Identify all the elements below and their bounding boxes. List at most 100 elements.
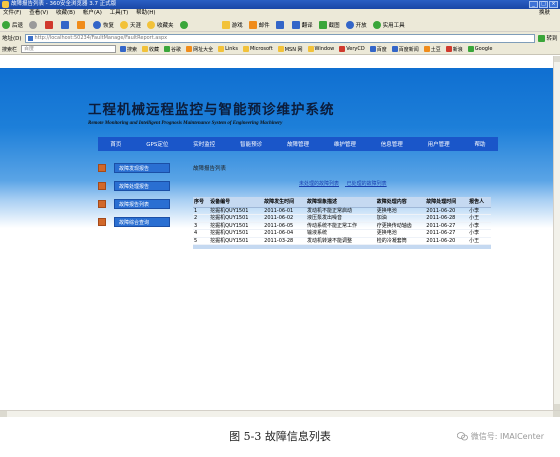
menu-file[interactable]: 文件(F) — [3, 10, 21, 16]
table-row[interactable]: 4 挖掘机QUY1501 2011-06-04 输液系统 更换电池 2011-0… — [193, 229, 491, 238]
fav-item-directory[interactable]: 网址大全 — [186, 46, 213, 53]
nav-help[interactable]: 帮助 — [474, 140, 485, 148]
address-label: 地址(D) — [2, 36, 22, 42]
scissors-icon — [318, 20, 327, 29]
sidebar-item-fault-handling[interactable]: 故障处理报告 — [98, 180, 188, 191]
scroll-left-icon[interactable] — [0, 411, 7, 417]
nav-gps[interactable]: GPS定位 — [146, 140, 168, 148]
menu-help[interactable]: 帮助(H) — [136, 10, 155, 16]
menu-skin[interactable]: 换肤 — [539, 9, 550, 18]
fav-item-baidu-news[interactable]: 百度新闻 — [391, 46, 419, 53]
star-icon — [142, 46, 149, 52]
fav-item-windows[interactable]: Window — [307, 46, 334, 52]
watermark: 微信号: IMAICenter — [456, 431, 544, 442]
screenshot-button[interactable]: 截图 — [318, 20, 340, 29]
refresh-button[interactable] — [61, 20, 71, 29]
open-icon — [345, 20, 354, 29]
cell: 2011-06-01 — [263, 207, 307, 215]
translate-button[interactable]: 翻译 — [291, 20, 313, 29]
nav-realtime-monitor[interactable]: 实时监控 — [193, 140, 215, 148]
forward-button[interactable] — [29, 20, 39, 29]
nav-user-manage[interactable]: 用户管理 — [428, 140, 450, 148]
table-footer — [193, 244, 491, 249]
sidebar-item-fault-query[interactable]: 故障综合查询 — [98, 216, 188, 227]
cell: 小王 — [468, 237, 491, 245]
table-row[interactable]: 1 挖掘机QUY1501 2011-06-01 发动机不能正常启动 更换电池 2… — [193, 207, 491, 215]
back-button[interactable]: 后退 — [2, 20, 23, 29]
stop-button[interactable] — [45, 20, 55, 29]
tools-button[interactable]: 实用工具 — [372, 20, 405, 29]
content-panel: 故障报告列表 未处理的故障列表 已处理的故障列表 序号 设备编号 故障发生时间 … — [193, 164, 493, 249]
tools-icon — [372, 20, 381, 29]
fav-item-google-cn[interactable]: 谷歌 — [164, 46, 181, 53]
close-icon[interactable]: × — [549, 1, 558, 8]
unhandled-faults-link[interactable]: 未处理的故障列表 — [299, 181, 339, 187]
sidebar-item-fault-report[interactable]: 故障发现报告 — [98, 162, 188, 173]
handled-faults-link[interactable]: 已处理的故障列表 — [347, 181, 387, 187]
fav-item-links[interactable]: Links — [218, 46, 238, 52]
address-input[interactable]: http://localhost:50234/FaultManage/Fault… — [24, 33, 535, 43]
cell: 挖掘机QUY1501 — [209, 229, 264, 238]
translate-icon — [291, 20, 300, 29]
restore-button[interactable]: 恢复 — [93, 20, 114, 29]
sidebar-item-label: 故障综合查询 — [114, 216, 170, 227]
search-input[interactable]: 百度 — [21, 45, 117, 53]
fav-item-microsoft[interactable]: Microsoft — [242, 46, 273, 52]
tianya-button[interactable]: 天涯 — [120, 20, 141, 29]
history-button[interactable] — [179, 20, 190, 29]
cell: 挖掘机QUY1501 — [209, 237, 264, 245]
fav-item-baidu[interactable]: 百度 — [369, 46, 387, 53]
forward-arrow-icon — [29, 20, 38, 29]
fav-item-tudou[interactable]: 土豆 — [423, 46, 441, 53]
go-arrow-icon — [537, 34, 545, 42]
nav-prognosis[interactable]: 智能预诊 — [240, 140, 262, 148]
nav-maintenance[interactable]: 维护管理 — [334, 140, 356, 148]
table-row[interactable]: 3 挖掘机QUY1501 2011-06-05 传动系统不能正常工作 疗更换传动… — [193, 222, 491, 230]
cell: 加油 — [375, 214, 426, 223]
cell: 挖掘机QUY1501 — [209, 207, 264, 215]
nav-fault-manage[interactable]: 故障管理 — [287, 140, 309, 148]
search-bar-label: 搜索栏 — [2, 46, 18, 53]
menu-view[interactable]: 查看(V) — [29, 10, 48, 16]
cell: 2011-06-05 — [263, 222, 307, 230]
menu-tools[interactable]: 工具(T) — [110, 10, 129, 16]
favorites-button[interactable]: 收藏夹 — [147, 20, 174, 29]
fav-item-google[interactable]: Google — [467, 46, 492, 52]
scroll-up-icon[interactable] — [554, 56, 560, 62]
cell: 2011-06-28 — [425, 214, 469, 223]
go-button[interactable]: 转到 — [537, 34, 558, 42]
window-controls: _ □ × — [529, 1, 558, 8]
minimize-icon[interactable]: _ — [529, 1, 538, 8]
fav-item-verycd[interactable]: VeryCD — [339, 46, 365, 52]
games-button[interactable]: 游戏 — [221, 20, 243, 29]
address-url: http://localhost:50234/FaultManage/Fault… — [34, 34, 168, 41]
cell: 输液系统 — [306, 229, 376, 238]
cell: 小李 — [468, 229, 491, 238]
nav-home[interactable]: 首页 — [110, 140, 121, 148]
scroll-right-icon[interactable] — [553, 411, 560, 417]
menu-favorites[interactable]: 收藏(B) — [56, 10, 75, 16]
menu-bar: 文件(F) 查看(V) 收藏(B) 帐户(A) 工具(T) 帮助(H) 换肤 — [0, 9, 560, 18]
vertical-scrollbar[interactable] — [553, 56, 560, 410]
cell: 传动系统不能正常工作 — [306, 222, 376, 230]
nav-info-manage[interactable]: 信息管理 — [381, 140, 403, 148]
horizontal-scrollbar[interactable] — [0, 410, 560, 417]
fav-item-sina[interactable]: 新浪 — [445, 46, 463, 53]
fav-item-collect[interactable]: 收藏 — [142, 46, 159, 53]
sidebar: 故障发现报告 故障处理报告 故障报告列表 故障综合查询 — [98, 162, 188, 234]
fav-item-search[interactable]: 搜索 — [120, 46, 137, 53]
mail-button[interactable]: 邮件 — [248, 20, 270, 29]
page-icon — [27, 35, 33, 41]
table-row[interactable]: 5 挖掘机QUY1501 2011-03-28 发动机转速不能调整 检的冷凝套筒… — [193, 237, 491, 245]
fav-item-msn[interactable]: MSN 网 — [277, 46, 303, 53]
sidebar-item-fault-list[interactable]: 故障报告列表 — [98, 198, 188, 209]
document-icon — [98, 217, 106, 226]
globe-icon — [445, 46, 452, 52]
cell: 2011-06-27 — [425, 229, 469, 238]
qq-button[interactable] — [275, 20, 286, 29]
home-button[interactable] — [77, 20, 87, 29]
open-button[interactable]: 开放 — [345, 20, 367, 29]
menu-account[interactable]: 帐户(A) — [83, 10, 102, 16]
maximize-icon[interactable]: □ — [539, 1, 548, 8]
table-row[interactable]: 2 挖掘机QUY1501 2011-06-02 液压泵发出噪音 加油 2011-… — [193, 214, 491, 223]
